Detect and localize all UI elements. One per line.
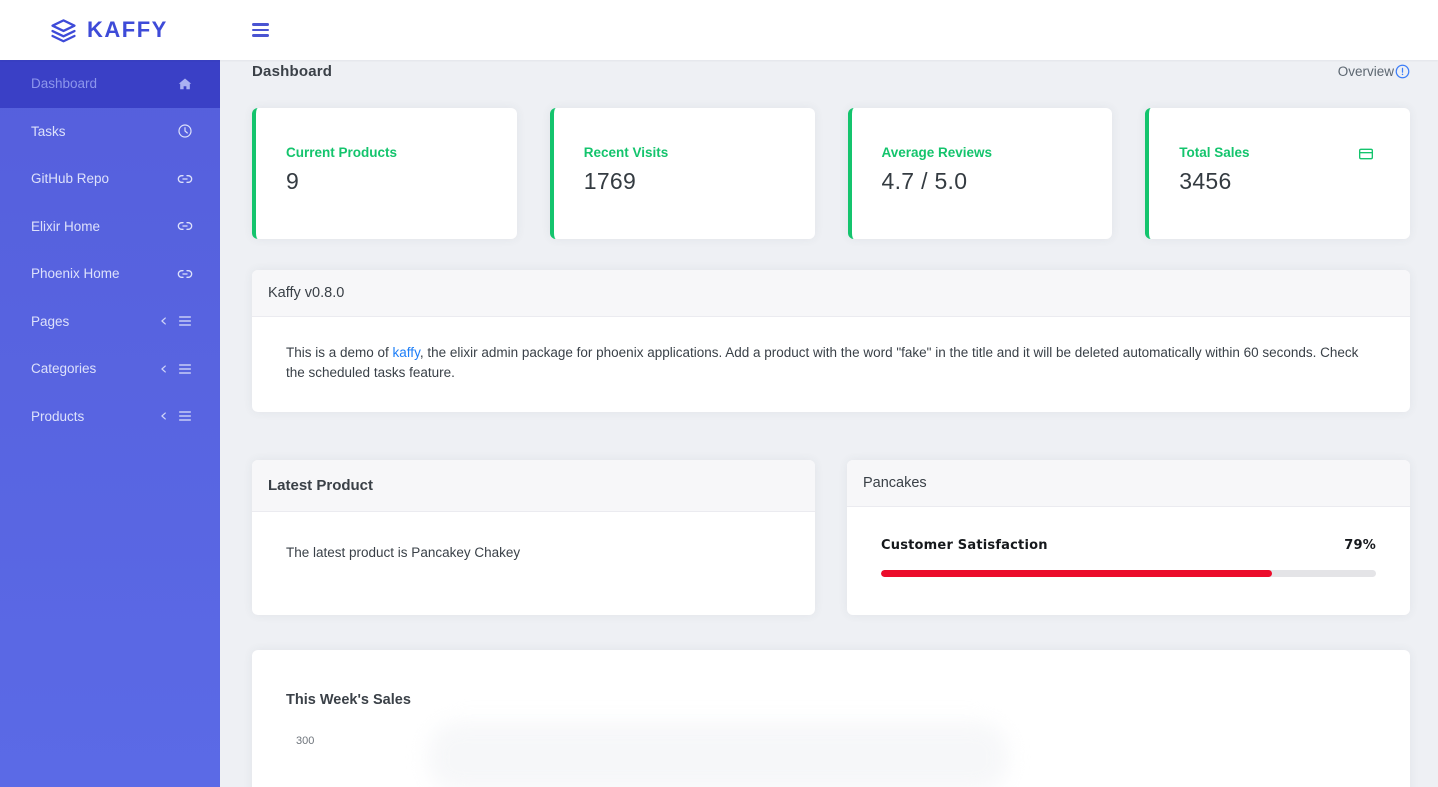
sidebar-item-icons	[159, 408, 193, 424]
chevron-left-icon	[159, 411, 169, 421]
sidebar-item-icons	[177, 218, 193, 234]
kaffy-version-card-body: This is a demo of kaffy, the elixir admi…	[252, 317, 1410, 412]
stat-value: 9	[286, 168, 300, 194]
latest-product-title: Latest Product	[252, 460, 815, 512]
latest-product-card: Latest Product The latest product is Pan…	[252, 460, 815, 615]
stat-card-total-sales: Total Sales 3456	[1145, 108, 1410, 239]
sidebar-item-icons	[159, 361, 193, 377]
stat-value: 4.7 / 5.0	[881, 168, 968, 194]
list-icon	[177, 313, 193, 329]
stat-card-current-products: Current Products 9	[252, 108, 517, 239]
link-icon	[177, 266, 193, 282]
demo-text-before: This is a demo of	[286, 345, 393, 360]
stat-title: Average Reviews	[881, 145, 993, 160]
latest-product-body: The latest product is Pancakey Chakey	[286, 545, 521, 560]
chevron-left-icon	[159, 364, 169, 374]
sidebar-item-github-repo[interactable]: GitHub Repo	[0, 155, 220, 203]
stat-value: 3456	[1179, 168, 1232, 194]
list-icon	[177, 408, 193, 424]
weekly-sales-title: This Week's Sales	[286, 692, 411, 708]
stat-value: 1769	[583, 168, 637, 194]
sidebar-item-categories[interactable]: Categories	[0, 345, 220, 393]
credit-card-icon	[1358, 146, 1374, 162]
satisfaction-progress-fill	[881, 569, 1273, 577]
sidebar-item-elixir-home[interactable]: Elixir Home	[0, 203, 220, 251]
kaffy-link[interactable]: kaffy	[393, 345, 420, 360]
kaffy-version-card-title: Kaffy v0.8.0	[252, 270, 1410, 317]
stat-card-recent-visits: Recent Visits 1769	[549, 108, 815, 239]
kaffy-version-card: Kaffy v0.8.0 This is a demo of kaffy, th…	[252, 270, 1410, 412]
sidebar-item-pages[interactable]: Pages	[0, 298, 220, 346]
sidebar-item-icons	[177, 123, 193, 139]
satisfaction-value: 79%	[1344, 538, 1376, 553]
list-icon	[177, 361, 193, 377]
sidebar-item-icons	[177, 171, 193, 187]
layers-icon	[51, 18, 76, 42]
overview-label: Overview	[1337, 63, 1394, 79]
top-navbar: KAFFY	[0, 0, 1438, 60]
main-content: Dashboard Overview Current Products 9 Rece…	[220, 60, 1438, 787]
pancakes-card: Pancakes Customer Satisfaction 79%	[847, 460, 1410, 615]
sidebar-item-icons	[177, 266, 193, 282]
pancakes-title: Pancakes	[847, 460, 1410, 507]
sidebar-item-phoenix-home[interactable]: Phoenix Home	[0, 250, 220, 298]
chart-overlay-ghost	[428, 722, 1008, 787]
menu-toggle-icon[interactable]	[248, 19, 273, 40]
sidebar-item-label: Elixir Home	[31, 218, 101, 234]
info-icon[interactable]	[1395, 64, 1410, 79]
weekly-sales-card: This Week's Sales 300	[252, 650, 1410, 787]
sidebar-item-tasks[interactable]: Tasks	[0, 108, 220, 156]
stat-card-average-reviews: Average Reviews 4.7 / 5.0	[847, 108, 1113, 239]
link-icon	[177, 171, 193, 187]
sidebar-item-label: Pages	[31, 313, 70, 329]
stat-title: Total Sales	[1179, 145, 1250, 160]
satisfaction-label: Customer Satisfaction	[881, 538, 1048, 553]
sidebar-item-label: Dashboard	[31, 76, 98, 92]
sidebar-item-icons	[159, 313, 193, 329]
chevron-left-icon	[159, 316, 169, 326]
overview-link: Overview	[1338, 64, 1410, 79]
sidebar-item-icons	[177, 76, 193, 92]
stats-row: Current Products 9 Recent Visits 1769 Averag…	[252, 108, 1410, 239]
brand-name: KAFFY	[87, 17, 168, 42]
sidebar-item-dashboard[interactable]: Dashboard	[0, 60, 220, 108]
page-title: Dashboard	[252, 62, 333, 80]
stat-title: Current Products	[286, 145, 398, 160]
chart-axis-tick: 300	[296, 735, 315, 747]
link-icon	[177, 218, 193, 234]
clock-icon	[177, 123, 193, 139]
sidebar-item-label: Tasks	[31, 123, 66, 139]
satisfaction-progress-track	[881, 569, 1376, 577]
stat-title: Recent Visits	[583, 145, 669, 160]
sidebar-item-products[interactable]: Products	[0, 393, 220, 441]
sidebar-item-label: Categories	[31, 361, 97, 377]
sidebar: Dashboard Tasks GitHub Repo Elixir Home Phoe…	[0, 60, 220, 787]
sidebar-item-label: Phoenix Home	[31, 266, 120, 282]
brand-logo[interactable]: KAFFY	[0, 17, 220, 44]
sidebar-item-label: GitHub Repo	[31, 171, 110, 187]
sidebar-item-label: Products	[31, 408, 85, 424]
home-icon	[177, 76, 193, 92]
demo-text-after: , the elixir admin package for phoenix a…	[286, 345, 1359, 380]
